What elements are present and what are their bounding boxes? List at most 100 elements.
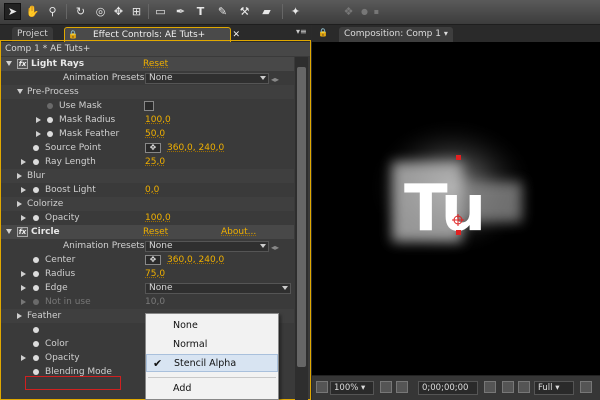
panel-menu-icon[interactable]: ▾≡ [296, 27, 307, 36]
collapse-triangle-icon[interactable] [6, 229, 12, 234]
tab-project[interactable]: Project [12, 27, 53, 42]
orbit-camera-icon[interactable]: ◎ [92, 3, 109, 20]
about-link[interactable]: About... [221, 225, 256, 239]
stopwatch-icon[interactable] [33, 341, 39, 347]
stopwatch-icon[interactable] [33, 257, 39, 263]
expand-triangle-icon[interactable] [17, 201, 22, 207]
expand-triangle-icon[interactable] [17, 313, 22, 319]
snapshot-icon[interactable] [484, 381, 496, 393]
snapping-option-icon[interactable]: ▪ [368, 3, 385, 20]
reset-link[interactable]: Reset [143, 225, 168, 239]
expand-triangle-icon[interactable] [36, 131, 41, 137]
brush-tool-icon[interactable]: ✎ [214, 3, 231, 20]
scrollbar-thumb[interactable] [297, 67, 306, 367]
param-row-ray-length: Ray Length 25,0 [1, 155, 294, 169]
type-tool-icon[interactable]: T [192, 3, 209, 20]
selection-tool-icon[interactable]: ➤ [4, 3, 21, 20]
expand-triangle-icon[interactable] [21, 187, 26, 193]
group-label: Colorize [27, 199, 64, 209]
stopwatch-icon[interactable] [47, 131, 53, 137]
param-row-boost-light: Boost Light 0,0 [1, 183, 294, 197]
collapse-triangle-icon[interactable] [6, 61, 12, 66]
safe-zones-icon[interactable] [380, 381, 392, 393]
expand-triangle-icon[interactable] [21, 215, 26, 221]
expand-triangle-icon[interactable] [21, 271, 26, 277]
stopwatch-icon[interactable] [33, 187, 39, 193]
stopwatch-icon[interactable] [33, 145, 39, 151]
menu-item-none[interactable]: None [146, 317, 278, 335]
group-row-colorize[interactable]: Colorize [1, 197, 294, 211]
stopwatch-icon[interactable] [47, 117, 53, 123]
handle-top[interactable] [456, 155, 461, 160]
puppet-pin-icon[interactable]: ✦ [287, 3, 304, 20]
mask-feather-value[interactable]: 50,0 [145, 127, 165, 141]
handle-bottom[interactable] [456, 230, 461, 235]
center-value[interactable]: 360,0, 240,0 [167, 253, 224, 267]
stopwatch-icon[interactable] [33, 285, 39, 291]
lock-icon[interactable]: 🔒 [68, 28, 78, 42]
animation-presets-dropdown[interactable]: None [145, 241, 269, 252]
expand-triangle-icon[interactable] [21, 355, 26, 361]
fx-icon[interactable]: fx [17, 59, 28, 69]
expand-triangle-icon[interactable] [36, 117, 41, 123]
eraser-tool-icon[interactable]: ▰ [258, 3, 275, 20]
group-row-blur[interactable]: Blur [1, 169, 294, 183]
source-point-value[interactable]: 360,0, 240,0 [167, 141, 224, 155]
radius-value[interactable]: 75,0 [145, 267, 165, 281]
mask-radius-value[interactable]: 100,0 [145, 113, 171, 127]
point-picker-icon[interactable]: ✥ [145, 143, 161, 153]
expand-triangle-icon[interactable] [21, 285, 26, 291]
animation-presets-dropdown[interactable]: None [145, 73, 269, 84]
color-channel-icon[interactable] [518, 381, 530, 393]
edge-dropdown[interactable]: None [145, 283, 291, 294]
fx-icon[interactable]: fx [17, 227, 28, 237]
tab-composition[interactable]: Composition: Comp 1 ▾ [339, 27, 453, 42]
zoom-dropdown[interactable]: 100% ▾ [330, 381, 374, 395]
composition-viewer[interactable]: Tu [312, 42, 600, 375]
tab-effect-controls[interactable]: 🔒 Effect Controls: AE Tuts+ ✕ [64, 27, 240, 42]
point-picker-icon[interactable]: ✥ [145, 255, 161, 265]
effect-row-light-rays[interactable]: fx Light Rays Reset [1, 57, 294, 71]
axis-mode-icon[interactable]: ❖ [340, 3, 357, 20]
hand-tool-icon[interactable]: ✋ [24, 3, 41, 20]
lock-icon[interactable]: 🔒 [318, 28, 328, 37]
zoom-tool-icon[interactable]: ⚲ [44, 3, 61, 20]
stopwatch-icon[interactable] [33, 327, 39, 333]
show-channel-icon[interactable] [502, 381, 514, 393]
stopwatch-icon[interactable] [33, 369, 39, 375]
effect-row-circle[interactable]: fx Circle Reset About... [1, 225, 294, 239]
tab-composition-label: Composition: Comp 1 [344, 29, 441, 39]
ray-length-value[interactable]: 25,0 [145, 155, 165, 169]
mask-visibility-icon[interactable] [396, 381, 408, 393]
menu-item-stencil-alpha[interactable]: ✔ Stencil Alpha [146, 354, 278, 372]
effect-name: Light Rays [31, 59, 85, 69]
pan-behind-icon[interactable]: ✥ [110, 3, 127, 20]
rectangle-tool-icon[interactable]: ▭ [152, 3, 169, 20]
use-mask-checkbox[interactable] [144, 101, 154, 111]
collapse-triangle-icon[interactable] [17, 89, 23, 94]
reset-link[interactable]: Reset [143, 57, 168, 71]
clone-stamp-icon[interactable]: ⚒ [236, 3, 253, 20]
stopwatch-icon[interactable] [33, 355, 39, 361]
menu-item-normal[interactable]: Normal [146, 336, 278, 354]
pen-tool-icon[interactable]: ✒ [172, 3, 189, 20]
expand-triangle-icon[interactable] [21, 159, 26, 165]
stopwatch-icon[interactable] [33, 215, 39, 221]
chevron-down-icon[interactable]: ▾ [444, 29, 448, 38]
param-row-center: Center ✥ 360,0, 240,0 [1, 253, 294, 267]
stopwatch-icon[interactable] [33, 271, 39, 277]
region-of-interest-icon[interactable] [580, 381, 592, 393]
boost-light-value[interactable]: 0,0 [145, 183, 159, 197]
always-preview-icon[interactable] [316, 381, 328, 393]
group-row-preprocess[interactable]: Pre-Process [1, 85, 294, 99]
anchor-tool-icon[interactable]: ⊞ [128, 3, 145, 20]
opacity-value[interactable]: 100,0 [145, 211, 171, 225]
expand-triangle-icon[interactable] [17, 173, 22, 179]
menu-item-add[interactable]: Add [146, 380, 278, 398]
vertical-scrollbar[interactable] [295, 57, 308, 400]
timecode-display[interactable]: 0;00;00;00 [418, 381, 478, 395]
close-icon[interactable]: ✕ [232, 28, 240, 42]
stopwatch-icon[interactable] [33, 159, 39, 165]
resolution-dropdown[interactable]: Full ▾ [534, 381, 574, 395]
rotate-tool-icon[interactable]: ↻ [72, 3, 89, 20]
